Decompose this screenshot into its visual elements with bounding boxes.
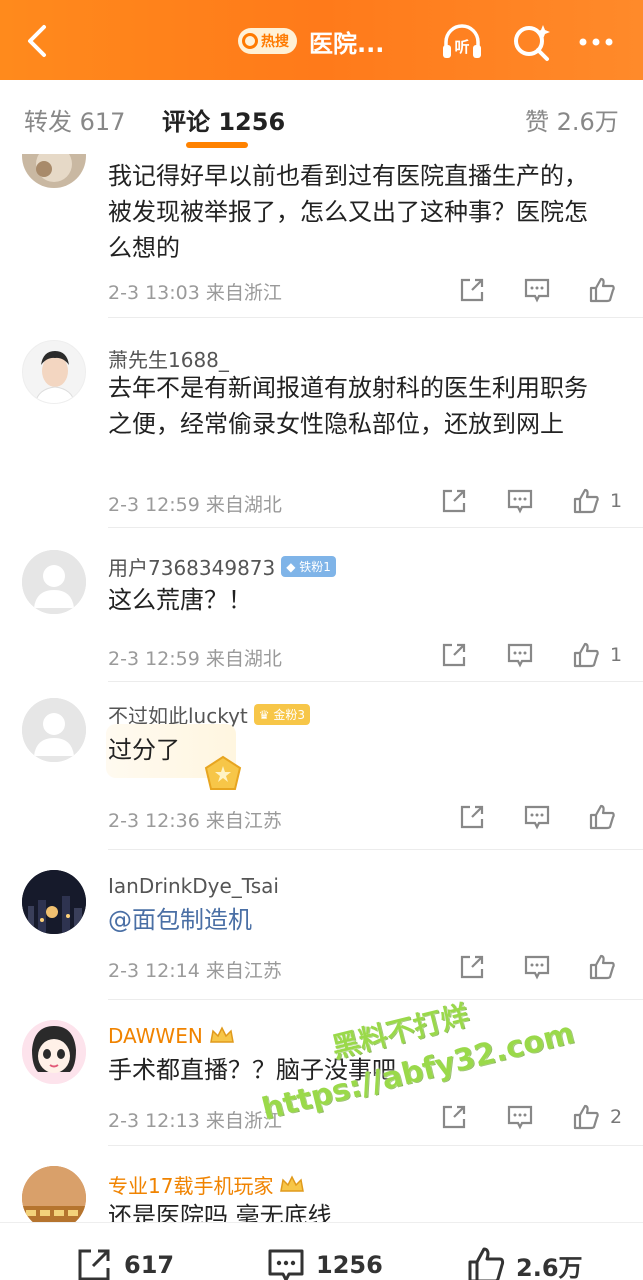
comment-item: 不过如此luckyt ♛ 金粉3 过分了 2-3 12:36 来自江苏 xyxy=(0,682,643,850)
tab-repost[interactable]: 转发 617 xyxy=(24,102,125,137)
repost-button[interactable]: 617 xyxy=(74,1245,174,1280)
hot-search-label: 热搜 xyxy=(261,34,289,50)
repost-count: 617 xyxy=(124,1251,175,1279)
share-icon[interactable] xyxy=(440,1103,468,1131)
reply-icon[interactable] xyxy=(506,641,534,669)
like-icon[interactable] xyxy=(572,1103,600,1131)
comment-meta: 2-3 12:59 来自湖北 xyxy=(108,648,282,670)
tab-comments-label: 评论 xyxy=(162,108,210,136)
tab-likes[interactable]: 赞 2.6万 xyxy=(525,102,619,137)
reply-icon[interactable] xyxy=(506,487,534,515)
fan-badge-label: 铁粉1 xyxy=(299,560,331,574)
like-count: 1 xyxy=(610,644,623,666)
comment-meta: 2-3 12:59 来自湖北 xyxy=(108,494,282,516)
like-icon[interactable] xyxy=(572,641,600,669)
tab-comments-count: 1256 xyxy=(218,108,286,136)
comment-button[interactable]: 1256 xyxy=(266,1245,383,1280)
fan-badge-label: 金粉3 xyxy=(273,708,305,722)
comment-text: 这么荒唐？！ xyxy=(108,586,252,614)
share-icon[interactable] xyxy=(440,487,468,515)
share-icon[interactable] xyxy=(458,276,486,304)
username-text: IanDrinkDye_Tsai xyxy=(108,874,279,898)
comment-item: 我记得好早以前也看到过有医院直播生产的，被发现被举报了，怎么又出了这种事？医院怎… xyxy=(0,154,643,318)
comment-username[interactable]: 用户7368349873 ◆ 铁粉1 xyxy=(108,552,336,581)
tab-bar: 转发 617 评论 1256 赞 2.6万 xyxy=(0,80,643,154)
top-bar: 热搜 医院... 听 xyxy=(0,0,643,80)
comment-item: 用户7368349873 ◆ 铁粉1 这么荒唐？！ 2-3 12:59 来自湖北… xyxy=(0,528,643,682)
username-text: DAWWEN xyxy=(108,1024,203,1048)
comment-text: 过分了 xyxy=(108,736,180,764)
listen-label: 听 xyxy=(454,38,469,56)
comment-meta: 2-3 13:03 来自浙江 xyxy=(108,282,282,304)
fan-badge: ♛ 金粉3 xyxy=(253,704,310,725)
avatar[interactable] xyxy=(22,154,86,188)
active-tab-indicator xyxy=(186,142,248,148)
tab-likes-count: 2.6万 xyxy=(556,108,619,136)
like-button[interactable]: 2.6万 xyxy=(466,1245,583,1280)
bottom-action-bar: 617 1256 2.6万 xyxy=(0,1222,643,1280)
headphones-icon[interactable]: 听 xyxy=(440,20,484,64)
comment-icon xyxy=(268,1249,304,1280)
hot-search-badge[interactable]: 热搜 xyxy=(238,28,297,54)
reply-icon[interactable] xyxy=(523,803,551,831)
comment-list: 我记得好早以前也看到过有医院直播生产的，被发现被举报了，怎么又出了这种事？医院怎… xyxy=(0,154,643,1222)
share-icon[interactable] xyxy=(458,953,486,981)
mention-link[interactable]: @面包制造机 xyxy=(108,902,608,938)
search-icon[interactable] xyxy=(510,20,554,64)
tab-likes-label: 赞 xyxy=(525,108,549,136)
crown-icon xyxy=(280,1174,305,1192)
avatar[interactable] xyxy=(22,698,86,762)
comment-username[interactable]: 专业17载手机玩家 xyxy=(108,1170,305,1199)
avatar[interactable] xyxy=(22,1166,86,1222)
gold-badge-icon xyxy=(204,755,242,790)
comment-text: 去年不是有新闻报道有放射科的医生利用职务之便，经常偷录女性隐私部位，还放到网上 xyxy=(108,374,588,438)
comment-meta: 2-3 12:13 来自浙江 xyxy=(108,1110,282,1132)
search-icon xyxy=(242,33,258,49)
share-icon xyxy=(78,1249,110,1280)
reply-icon[interactable] xyxy=(506,1103,534,1131)
tab-repost-label: 转发 xyxy=(24,108,72,136)
avatar[interactable] xyxy=(22,550,86,614)
crown-icon xyxy=(209,1026,234,1043)
comment-username[interactable]: 萧先生1688_ xyxy=(108,344,229,373)
like-icon[interactable] xyxy=(588,276,616,304)
reply-icon[interactable] xyxy=(523,953,551,981)
avatar[interactable] xyxy=(22,870,86,934)
comment-username[interactable]: IanDrinkDye_Tsai xyxy=(108,874,279,898)
fan-badge: ◆ 铁粉1 xyxy=(281,556,336,577)
comment-item: IanDrinkDye_Tsai @面包制造机 2-3 12:14 来自江苏 xyxy=(0,850,643,1000)
comment-meta: 2-3 12:36 来自江苏 xyxy=(108,810,282,832)
username-text: 专业17载手机玩家 xyxy=(108,1174,274,1198)
page-title: 医院... xyxy=(309,29,385,58)
like-count: 1 xyxy=(610,490,623,512)
comment-count: 1256 xyxy=(316,1251,383,1279)
username-text: 萧先生1688_ xyxy=(108,348,229,372)
chevron-left-icon[interactable] xyxy=(22,24,52,58)
share-icon[interactable] xyxy=(458,803,486,831)
tab-repost-count: 617 xyxy=(79,108,126,136)
username-text: 用户7368349873 xyxy=(108,556,276,580)
tab-comments[interactable]: 评论 1256 xyxy=(162,102,285,137)
like-count: 2.6万 xyxy=(516,1253,583,1280)
comment-item: 专业17载手机玩家 还是医院吗 毫无底线 xyxy=(0,1146,643,1222)
reply-icon[interactable] xyxy=(523,276,551,304)
avatar[interactable] xyxy=(22,340,86,404)
like-icon[interactable] xyxy=(588,953,616,981)
avatar[interactable] xyxy=(22,1020,86,1084)
comment-item: 萧先生1688_ 去年不是有新闻报道有放射科的医生利用职务之便，经常偷录女性隐私… xyxy=(0,318,643,528)
like-icon[interactable] xyxy=(588,803,616,831)
like-count: 2 xyxy=(610,1106,623,1128)
like-icon[interactable] xyxy=(572,487,600,515)
title-area[interactable]: 热搜 医院... xyxy=(238,24,384,58)
comment-text: 还是医院吗 毫无底线 xyxy=(108,1202,332,1222)
share-icon[interactable] xyxy=(440,641,468,669)
comment-meta: 2-3 12:14 来自江苏 xyxy=(108,960,282,982)
like-icon xyxy=(468,1247,505,1280)
comment-text: 我记得好早以前也看到过有医院直播生产的，被发现被举报了，怎么又出了这种事？医院怎… xyxy=(108,162,588,262)
comment-username[interactable]: DAWWEN xyxy=(108,1024,235,1048)
more-icon[interactable] xyxy=(574,20,618,64)
